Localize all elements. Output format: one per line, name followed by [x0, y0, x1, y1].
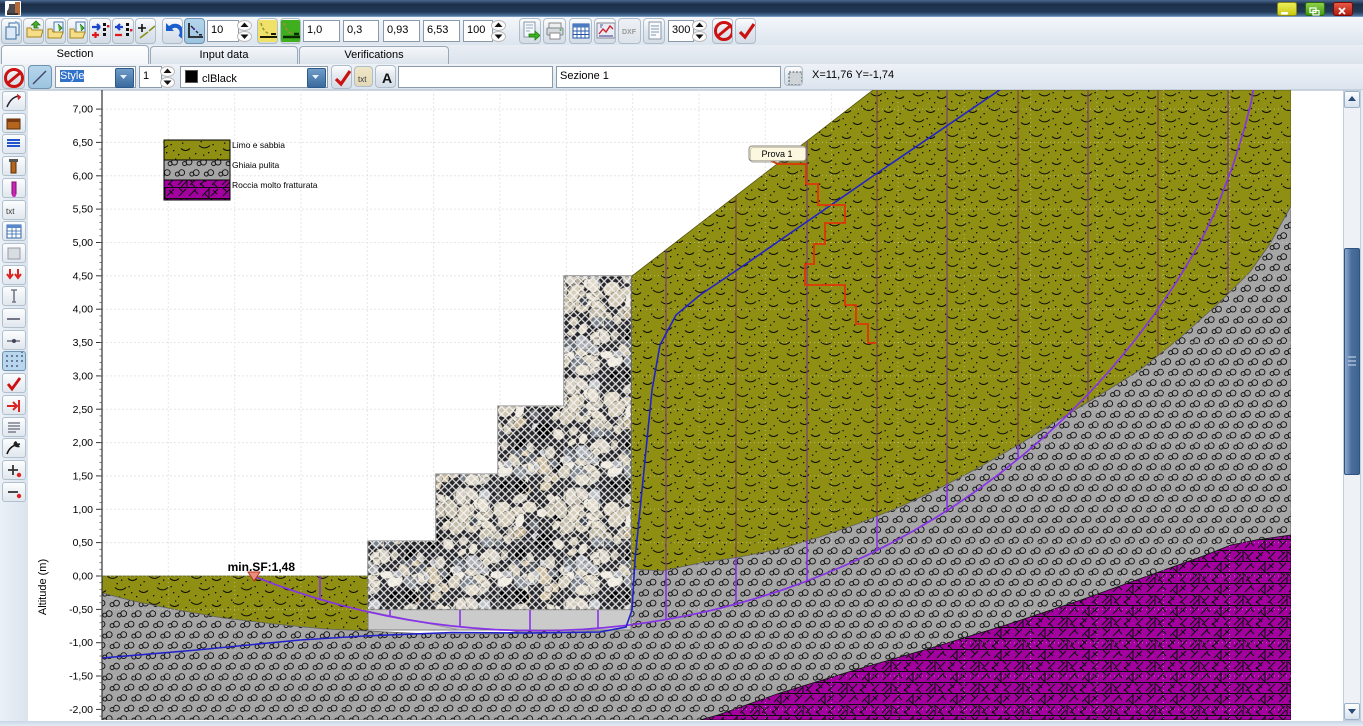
svg-text:1,50: 1,50: [73, 470, 94, 482]
svg-text:-0,50: -0,50: [69, 604, 93, 616]
svg-text:txt: txt: [358, 75, 367, 84]
svg-text:2,00: 2,00: [73, 437, 94, 449]
svg-text:0,50: 0,50: [73, 537, 94, 549]
svg-text:3,00: 3,00: [73, 370, 94, 382]
svg-text:DXF: DXF: [622, 29, 637, 36]
svg-text:Limo e sabbia: Limo e sabbia: [232, 140, 285, 150]
svg-text:Altitude (m): Altitude (m): [37, 559, 49, 615]
svg-text:7,00: 7,00: [73, 104, 94, 116]
svg-text:Prova 1: Prova 1: [761, 149, 792, 159]
svg-text:Roccia molto fratturata: Roccia molto fratturata: [232, 180, 318, 190]
svg-text:-1,50: -1,50: [69, 671, 93, 683]
svg-text:txt: txt: [6, 207, 15, 216]
svg-text:-2,00: -2,00: [69, 704, 93, 716]
svg-text:5,50: 5,50: [73, 204, 94, 216]
svg-text:4,50: 4,50: [73, 270, 94, 282]
svg-text:2,50: 2,50: [73, 404, 94, 416]
svg-text:5,00: 5,00: [73, 237, 94, 249]
svg-text:A: A: [382, 70, 392, 86]
svg-text:1,00: 1,00: [73, 504, 94, 516]
svg-text:6,00: 6,00: [73, 170, 94, 182]
svg-text:-1,00: -1,00: [69, 637, 93, 649]
svg-text:Ghiaia pulita: Ghiaia pulita: [232, 160, 280, 170]
svg-text:min.SF:1,48: min.SF:1,48: [228, 560, 296, 574]
svg-text:6,50: 6,50: [73, 137, 94, 149]
svg-text:4,00: 4,00: [73, 304, 94, 316]
svg-text:3,50: 3,50: [73, 337, 94, 349]
svg-text:0,00: 0,00: [73, 571, 94, 583]
